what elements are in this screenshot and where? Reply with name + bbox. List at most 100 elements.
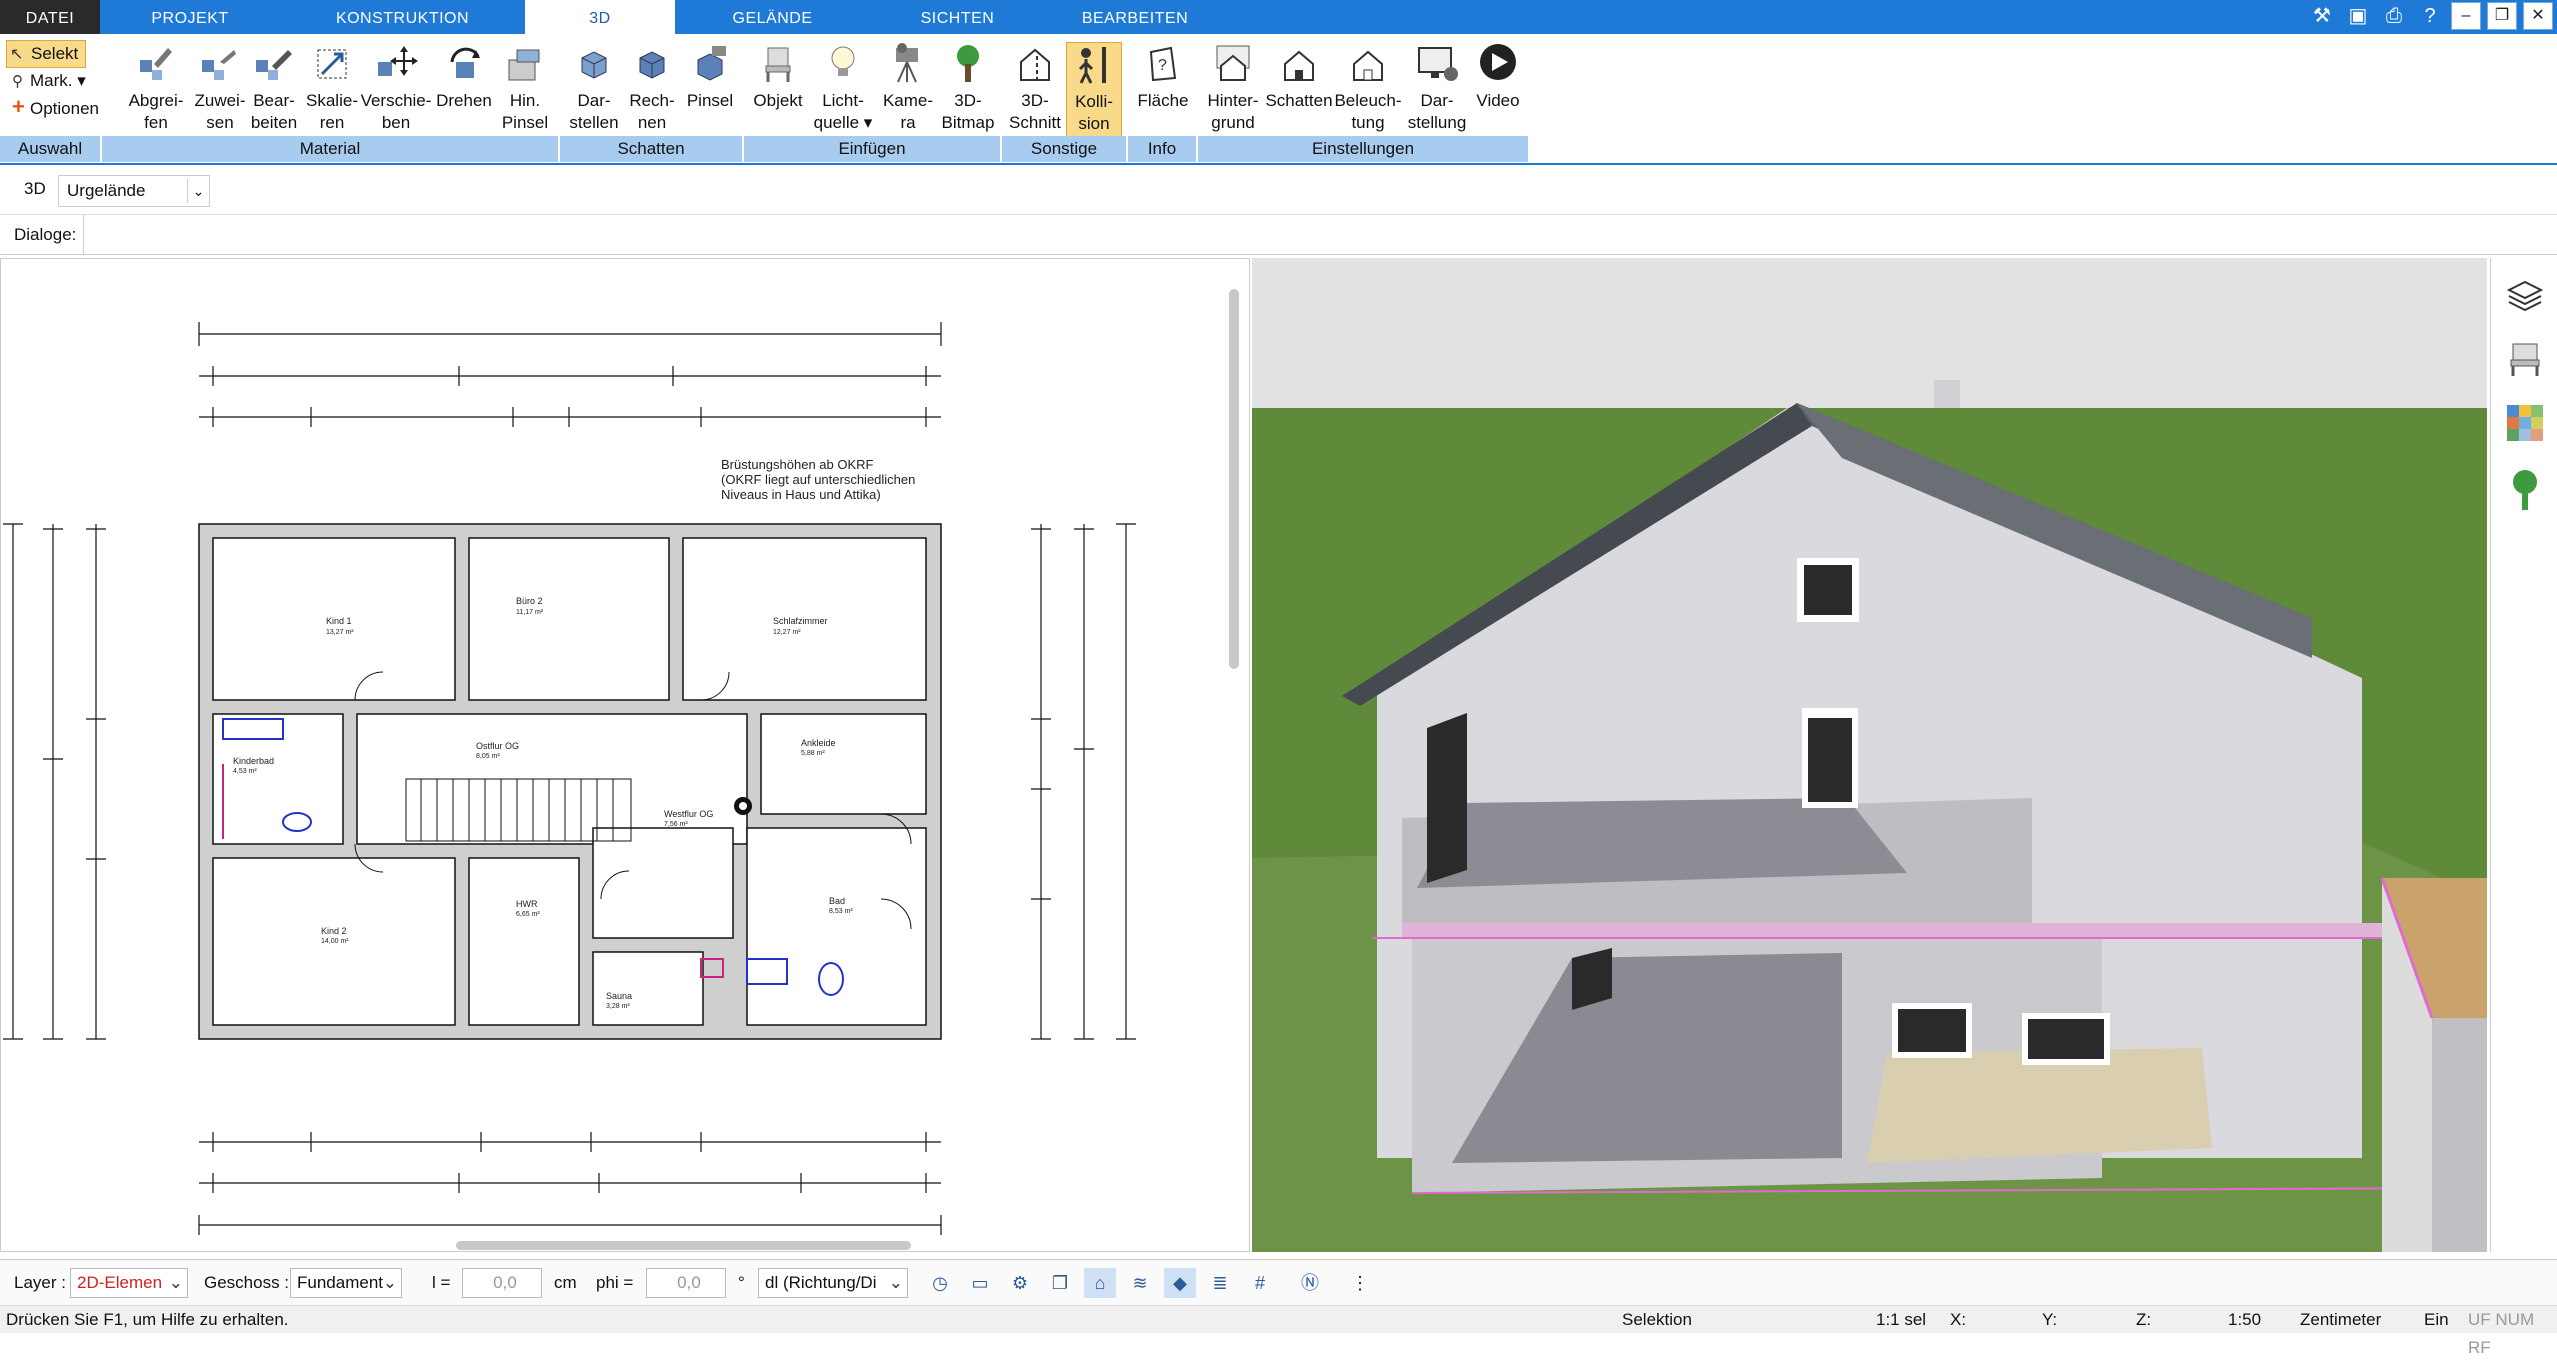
layers-stack-icon[interactable]: ≣ — [1204, 1268, 1236, 1298]
materials-icon[interactable] — [2505, 403, 2545, 443]
tab-gelaende[interactable]: GELÄNDE — [675, 0, 870, 34]
3d-schnitt-button[interactable]: 3D- Schnitt — [1004, 42, 1066, 146]
dialog-toolbar: Dialoge: — [0, 215, 2557, 255]
verschieben-button[interactable]: Verschie- ben — [358, 42, 434, 146]
3d-house-scene[interactable] — [1252, 258, 2487, 1252]
group-material: Material — [102, 136, 558, 162]
floor-plan-view[interactable]: Brüstungshöhen ab OKRF (OKRF liegt auf u… — [0, 258, 1250, 1252]
clock-icon[interactable]: ◷ — [924, 1268, 956, 1298]
beleuchtung-button[interactable]: Beleuch- tung — [1332, 42, 1404, 146]
collision-icon — [1078, 47, 1106, 84]
pinsel-button[interactable]: Pinsel — [682, 42, 738, 146]
monitor-settings-icon — [1418, 47, 1458, 81]
zuweisen-button[interactable]: Zuwei- sen — [190, 42, 250, 146]
geschoss-select[interactable]: Fundament ⌄ — [290, 1268, 402, 1298]
room-kinderbad-area: 4,53 m² — [233, 768, 257, 775]
status-ein: Ein — [2424, 1310, 2449, 1329]
move-icon — [378, 46, 418, 76]
l-unit: cm — [554, 1273, 577, 1292]
dialoge-label: Dialoge: — [0, 215, 84, 255]
print-icon[interactable]: ⎙ — [2379, 2, 2409, 30]
status-mode: Selektion — [1622, 1310, 1692, 1329]
hin-pinsel-button[interactable]: Hin. Pinsel — [494, 42, 556, 146]
tab-bearbeiten[interactable]: BEARBEITEN — [1045, 0, 1225, 34]
terrain-select[interactable]: Urgelände ⌄ — [58, 175, 210, 207]
right-sidebar — [2490, 258, 2557, 1252]
lichtquelle-button[interactable]: Licht- quelle ▾ — [810, 42, 876, 146]
status-sel: 1:1 sel — [1876, 1310, 1927, 1329]
vertical-scrollbar[interactable] — [1229, 289, 1239, 669]
room-ostflur-area: 8,05 m² — [476, 753, 500, 760]
brush-icon — [508, 49, 540, 81]
grid-icon[interactable]: # — [1244, 1268, 1276, 1298]
skalieren-button[interactable]: Skalie- ren — [300, 42, 364, 146]
room-ankleide-area: 5,88 m² — [801, 750, 825, 757]
more-icon[interactable]: ⋮ — [1344, 1268, 1376, 1298]
kamera-button[interactable]: Kame- ra — [876, 42, 940, 146]
hintergrund-button[interactable]: Hinter- grund — [1200, 42, 1266, 146]
phi-input[interactable]: 0,0 — [646, 1268, 726, 1298]
status-y: Y: — [2042, 1310, 2058, 1329]
tools-icon[interactable]: ⚒ — [2307, 2, 2337, 30]
tab-3d[interactable]: 3D — [525, 0, 675, 36]
l-input[interactable]: 0,0 — [462, 1268, 542, 1298]
clipboard-icon[interactable]: ▣ — [2343, 2, 2373, 30]
kollision-button[interactable]: Kolli- sion — [1066, 42, 1122, 146]
geschoss-label: Geschoss : — [204, 1273, 290, 1292]
house-light-icon — [1353, 50, 1383, 81]
bearbeiten-button[interactable]: Bear- beiten — [246, 42, 302, 146]
section-icon — [1020, 48, 1050, 82]
darstellung-button[interactable]: Dar- stellung — [1404, 42, 1470, 146]
schatten-settings-button[interactable]: Schatten — [1264, 42, 1334, 146]
3d-bitmap-button[interactable]: 3D- Bitmap — [938, 42, 998, 146]
plants-icon[interactable] — [2505, 468, 2545, 512]
view-toolbar: 3D Urgelände ⌄ — [0, 167, 2557, 215]
layers-icon[interactable] — [2505, 276, 2545, 316]
horizontal-scrollbar[interactable] — [456, 1241, 911, 1250]
monitor-icon[interactable]: ▭ — [964, 1268, 996, 1298]
status-x: X: — [1950, 1310, 1967, 1329]
play-icon — [1480, 44, 1516, 80]
layer-select[interactable]: 2D-Elemen ⌄ — [70, 1268, 188, 1298]
rechnen-button[interactable]: Rech- nen — [624, 42, 680, 146]
close-button[interactable]: ✕ — [2523, 2, 2553, 30]
paint-cube-icon — [697, 46, 726, 81]
north-icon[interactable]: Ⓝ — [1294, 1268, 1326, 1298]
minimize-button[interactable]: – — [2451, 2, 2481, 30]
flaeche-button[interactable]: ? Fläche — [1132, 42, 1194, 146]
tab-datei[interactable]: DATEI — [0, 0, 100, 34]
mode-label: 3D — [24, 179, 46, 198]
texture-icon[interactable]: ≋ — [1124, 1268, 1156, 1298]
darstellen-button[interactable]: Dar- stellen — [566, 42, 622, 146]
tab-sichten[interactable]: SICHTEN — [870, 0, 1045, 34]
floor-plan-canvas[interactable]: Brüstungshöhen ab OKRF (OKRF liegt auf u… — [1, 259, 1250, 1252]
roof-icon[interactable]: ⌂ — [1084, 1268, 1116, 1298]
eyedropper-icon — [140, 48, 172, 80]
3d-view[interactable] — [1252, 258, 2487, 1252]
tab-konstruktion[interactable]: KONSTRUKTION — [280, 0, 525, 34]
objekt-button[interactable]: Objekt — [748, 42, 808, 146]
room-kind2-name: Kind 2 — [321, 926, 347, 936]
tab-projekt[interactable]: PROJEKT — [100, 0, 280, 34]
room-ankleide-name: Ankleide — [801, 738, 836, 748]
chair-icon — [765, 47, 791, 82]
help-icon[interactable]: ? — [2415, 2, 2445, 30]
video-button[interactable]: Video — [1470, 42, 1526, 146]
plan-note-line1: Brüstungshöhen ab OKRF — [721, 457, 874, 472]
restore-button[interactable]: ❐ — [2487, 2, 2517, 30]
group-schatten: Schatten — [560, 136, 742, 162]
layer-label: Layer : — [14, 1273, 66, 1292]
abgreifen-button[interactable]: Abgrei- fen — [120, 42, 192, 146]
edit-material-icon — [256, 50, 292, 80]
dl-select[interactable]: dl (Richtung/Di ⌄ — [758, 1268, 908, 1298]
group-auswahl: Auswahl — [0, 136, 100, 162]
drehen-button[interactable]: Drehen — [432, 42, 496, 146]
plane-icon[interactable]: ◆ — [1164, 1268, 1196, 1298]
camera-path-icon[interactable]: ⚙ — [1004, 1268, 1036, 1298]
room-westflur-area: 7,56 m² — [664, 821, 688, 828]
room-schlafzimmer-name: Schlafzimmer — [773, 616, 828, 626]
copy-icon[interactable]: ❐ — [1044, 1268, 1076, 1298]
svg-text:?: ? — [1158, 57, 1167, 74]
furniture-icon[interactable] — [2505, 338, 2545, 378]
area-info-icon: ? — [1149, 46, 1177, 82]
